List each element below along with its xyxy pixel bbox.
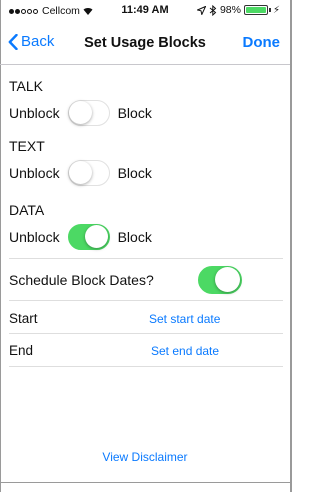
schedule-label: Schedule Block Dates?: [9, 272, 154, 288]
battery-percent: 98%: [219, 4, 241, 16]
end-label: End: [9, 343, 34, 358]
text-unblock-label: Unblock: [9, 165, 60, 181]
divider: [9, 333, 283, 334]
text-section-label: TEXT: [9, 138, 45, 154]
charging-bolt-icon: ⚡︎: [272, 4, 280, 16]
talk-block-toggle[interactable]: [67, 100, 110, 126]
data-block-toggle[interactable]: [67, 224, 110, 250]
schedule-toggle-knob: [215, 267, 240, 292]
text-toggle-knob: [68, 161, 92, 184]
talk-toggle-row: Unblock Block: [9, 100, 152, 126]
data-toggle-knob: [84, 225, 108, 248]
battery-tip: [268, 8, 271, 12]
data-unblock-label: Unblock: [9, 229, 60, 245]
view-disclaimer-link[interactable]: View Disclaimer: [102, 450, 187, 464]
talk-toggle-knob: [68, 101, 92, 124]
talk-block-label: Block: [117, 105, 152, 121]
frame-border-left: [0, 0, 1, 492]
text-block-toggle[interactable]: [67, 160, 110, 186]
text-toggle-row: Unblock Block: [9, 160, 152, 186]
navigation-bar: Back Set Usage Blocks Done: [0, 22, 290, 65]
talk-section-label: TALK: [9, 78, 43, 94]
schedule-toggle[interactable]: [198, 266, 242, 294]
battery-icon: [243, 5, 268, 15]
set-start-date-link[interactable]: Set start date: [149, 312, 220, 326]
disclaimer-row: View Disclaimer: [0, 450, 290, 464]
talk-unblock-label: Unblock: [9, 105, 60, 121]
divider: [9, 366, 283, 367]
frame-border-bottom: [0, 482, 292, 483]
status-right: 98% ⚡︎: [196, 4, 280, 16]
location-arrow-icon: [196, 5, 206, 15]
data-block-label: Block: [117, 229, 152, 245]
data-toggle-row: Unblock Block: [9, 224, 152, 250]
data-section-label: DATA: [9, 202, 45, 218]
start-label: Start: [9, 311, 38, 326]
status-bar: Cellcom 11:49 AM 98% ⚡︎: [0, 0, 290, 22]
frame-border-right: [290, 0, 292, 492]
set-end-date-link[interactable]: Set end date: [151, 344, 219, 358]
divider: [9, 258, 283, 259]
battery-fill: [245, 7, 266, 13]
bluetooth-icon: [209, 4, 217, 16]
text-block-label: Block: [117, 165, 152, 181]
divider: [9, 300, 283, 301]
done-button[interactable]: Done: [243, 34, 281, 51]
